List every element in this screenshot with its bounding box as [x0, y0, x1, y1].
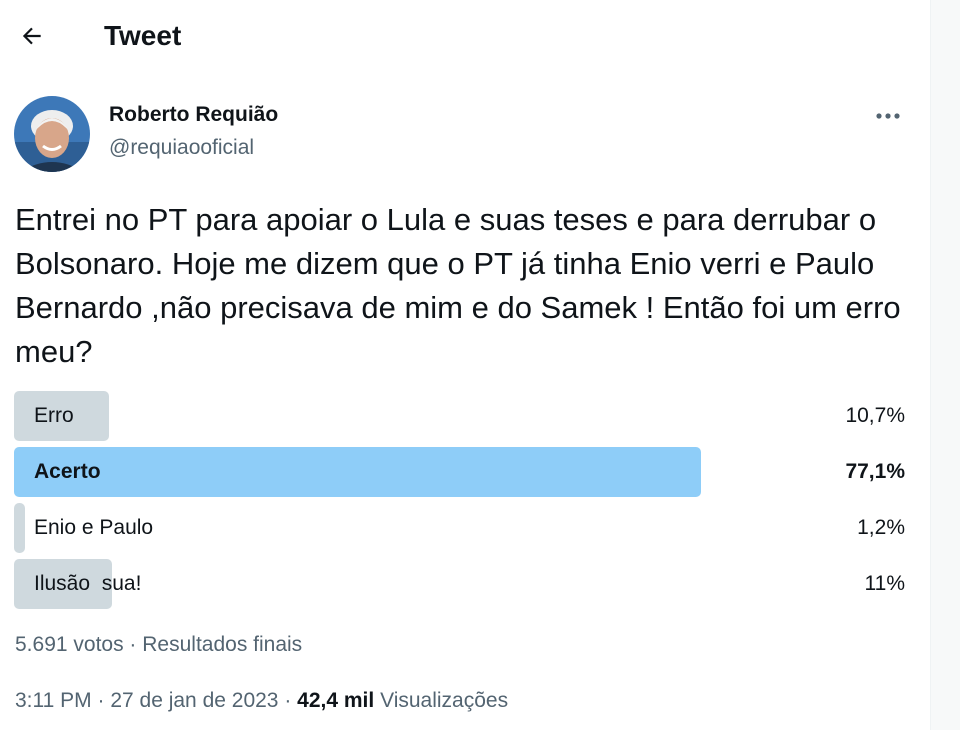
page-title: Tweet [104, 20, 182, 51]
meta-separator: · [278, 689, 298, 712]
poll-option-percent: 11% [864, 572, 905, 595]
poll-votes: 5.691 votos [15, 633, 124, 656]
poll-bar [14, 503, 25, 553]
tweet-time[interactable]: 3:11 PM [15, 689, 92, 712]
tweet-metadata: 3:11 PM · 27 de jan de 2023 · 42,4 mil V… [15, 686, 508, 716]
poll-option: Erro 10,7% [14, 391, 905, 441]
back-button[interactable] [14, 18, 50, 54]
views-label[interactable]: Visualizações [380, 689, 508, 712]
avatar-photo [14, 96, 90, 172]
poll-option: Enio e Paulo 1,2% [14, 503, 905, 553]
poll-separator: · [123, 633, 143, 656]
page-header: Tweet [0, 0, 930, 76]
author-handle[interactable]: @requiaooficial [109, 134, 254, 162]
poll-option: Acerto 77,1% [14, 447, 905, 497]
poll-option-percent: 77,1% [845, 460, 905, 483]
views-count[interactable]: 42,4 mil [297, 689, 374, 712]
meta-separator: · [91, 689, 111, 712]
poll-status: Resultados finais [142, 633, 303, 656]
arrow-left-icon [22, 27, 41, 45]
poll-option-label: Ilusão sua! [34, 572, 142, 595]
poll-option-label: Enio e Paulo [34, 516, 154, 539]
tweet-text: Entrei no PT para apoiar o Lula e suas t… [15, 202, 901, 369]
author-name[interactable]: Roberto Requião [109, 101, 278, 129]
avatar[interactable] [14, 96, 90, 172]
poll-option-percent: 1,2% [857, 516, 905, 539]
tweet-date[interactable]: 27 de jan de 2023 [110, 689, 278, 712]
poll-summary: 5.691 votos · Resultados finais [15, 630, 302, 660]
poll-option-percent: 10,7% [845, 404, 905, 427]
poll-option-label: Erro [34, 404, 74, 427]
poll-option: Ilusão sua! 11% [14, 559, 905, 609]
poll-bar [14, 447, 701, 497]
more-horizontal-icon [876, 113, 900, 119]
poll-option-label: Acerto [34, 460, 101, 483]
more-button[interactable] [868, 100, 908, 132]
right-sidebar-edge [930, 0, 960, 730]
